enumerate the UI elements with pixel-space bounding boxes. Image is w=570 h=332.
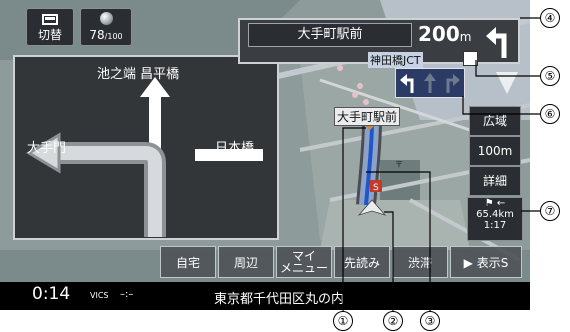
callout-leader-lines (342, 17, 540, 312)
callout-6: ⑥ (540, 104, 560, 124)
callout-1: ① (333, 311, 353, 331)
callout-7: ⑦ (540, 201, 560, 221)
callout-5: ⑤ (540, 66, 560, 86)
callout-3: ③ (420, 311, 440, 331)
callout-4: ④ (540, 8, 560, 28)
callout-2: ② (383, 311, 403, 331)
